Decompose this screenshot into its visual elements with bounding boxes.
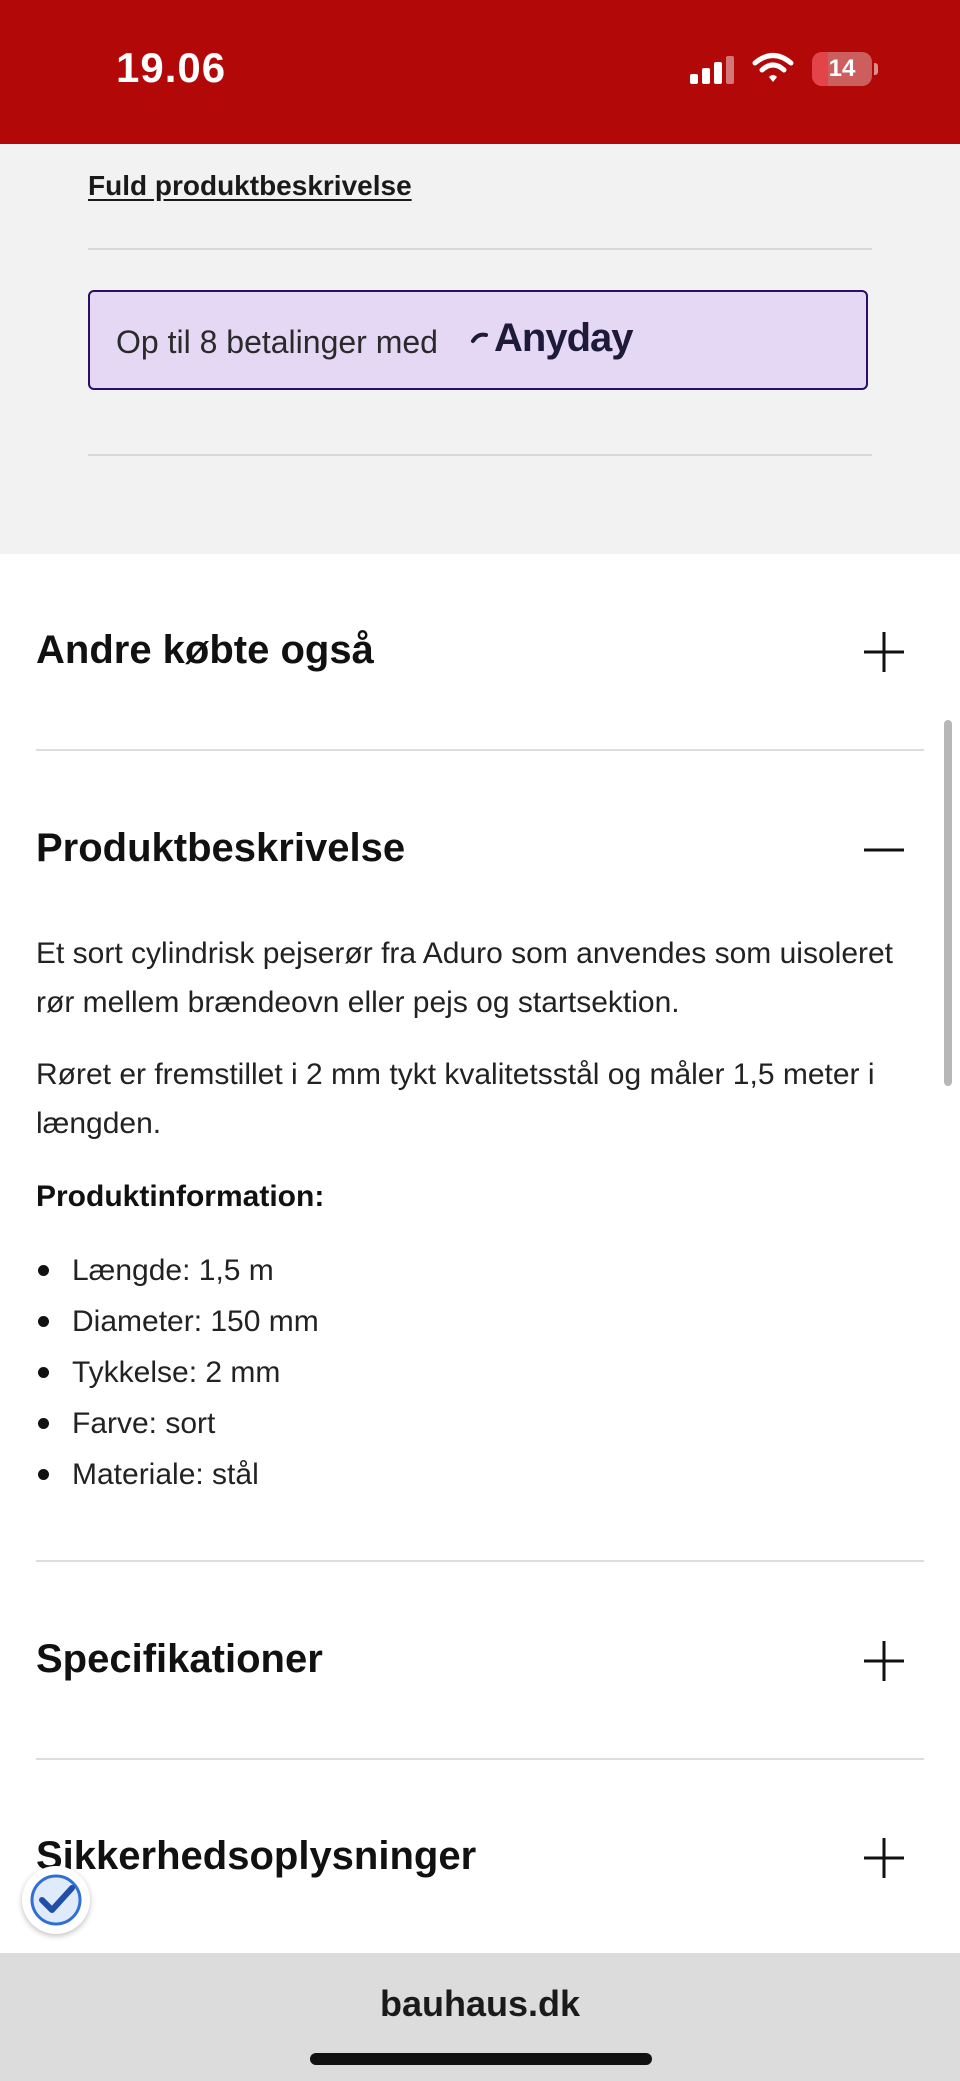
list-item-text: Diameter: 150 mm [72,1305,319,1338]
list-item-text: Farve: sort [72,1407,216,1440]
divider [36,1758,924,1760]
home-indicator[interactable] [310,2053,652,2065]
product-info-list: Længde: 1,5 m Diameter: 150 mm Tykkelse:… [36,1245,319,1500]
payment-info-section: Fuld produktbeskrivelse Op til 8 betalin… [0,144,960,554]
product-description-paragraph: Røret er fremstillet i 2 mm tykt kvalite… [36,1058,875,1140]
anyday-logo-mark-icon [471,332,488,343]
list-item-text: Materiale: stål [72,1458,259,1491]
minus-icon[interactable] [862,828,906,872]
divider [36,1560,924,1562]
product-description-paragraph: Et sort cylindrisk pejserør fra Aduro so… [36,937,894,1019]
wifi-icon [752,53,794,82]
plus-icon[interactable] [862,1639,906,1683]
section-title-specifications[interactable]: Specifikationer [36,1637,323,1682]
plus-icon[interactable] [862,630,906,674]
url-text[interactable]: bauhaus.dk [0,1983,960,2025]
anyday-banner-text: Op til 8 betalinger med [116,324,438,360]
verified-badge[interactable] [22,1866,90,1934]
cellular-signal-icon [690,56,734,84]
status-time: 19.06 [116,44,227,91]
list-item: Farve: sort [36,1398,319,1449]
list-item: Tykkelse: 2 mm [36,1347,319,1398]
list-item: Diameter: 150 mm [36,1296,319,1347]
product-info-heading: Produktinformation: [36,1180,325,1213]
list-item-text: Tykkelse: 2 mm [72,1356,281,1389]
battery-indicator: 14 [812,52,878,88]
status-bar: 19.06 14 [0,0,960,144]
browser-address-bar[interactable]: bauhaus.dk [0,1953,960,2081]
divider [88,248,872,250]
divider [36,749,924,751]
scrollbar[interactable] [944,720,952,1086]
divider [88,454,872,456]
section-title-safety-info[interactable]: Sikkerhedsoplysninger [36,1834,476,1879]
verified-check-icon [30,1874,82,1926]
anyday-logo: Anyday [494,316,633,360]
list-item: Længde: 1,5 m [36,1245,319,1296]
full-description-link[interactable]: Fuld produktbeskrivelse [88,170,412,202]
anyday-payment-banner[interactable]: Op til 8 betalinger med Anyday [88,290,868,390]
list-item-text: Længde: 1,5 m [72,1254,274,1287]
plus-icon[interactable] [862,1836,906,1880]
section-title-product-description[interactable]: Produktbeskrivelse [36,826,405,871]
battery-level-text: 14 [828,55,856,82]
list-item: Materiale: stål [36,1449,319,1500]
section-title-others-bought[interactable]: Andre købte også [36,628,374,673]
